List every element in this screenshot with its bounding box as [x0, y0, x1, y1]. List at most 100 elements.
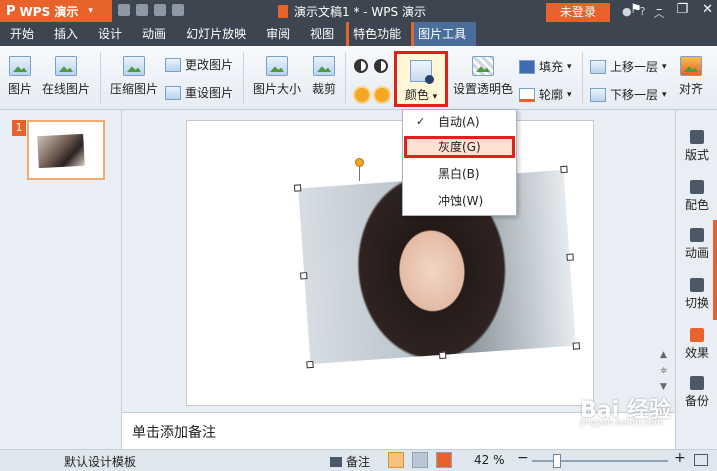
restore-button[interactable]: ❐ — [676, 2, 688, 17]
reset-picture-label: 重设图片 — [185, 86, 234, 100]
align-icon — [680, 56, 702, 76]
outline-icon — [519, 87, 535, 102]
picture-size-icon — [266, 56, 288, 76]
rotation-handle[interactable] — [355, 158, 364, 167]
scroll-up-icon[interactable]: ▲ — [660, 350, 667, 360]
save-icon[interactable] — [118, 4, 130, 16]
effects-panel-button[interactable]: 效果 — [676, 328, 717, 361]
resize-handle[interactable] — [293, 184, 302, 192]
tab-slideshow[interactable]: 幻灯片放映 — [176, 22, 256, 46]
online-picture-label: 在线图片 — [41, 82, 90, 96]
undo-icon[interactable] — [154, 4, 166, 16]
bring-forward-button[interactable]: 上移一层 ▾ — [590, 58, 667, 75]
wps-logo: P — [6, 3, 16, 19]
contrast-increase-icon[interactable] — [354, 59, 368, 73]
resize-handle[interactable] — [306, 360, 314, 369]
picture-size-button[interactable]: 图片大小 — [250, 56, 304, 97]
animation-icon — [690, 228, 704, 242]
menu-item-grayscale[interactable]: 灰度(G) — [404, 136, 515, 158]
scroll-up-page-icon[interactable]: ≑ — [660, 366, 668, 376]
sorter-view-icon[interactable] — [412, 452, 428, 468]
collapse-ribbon-icon[interactable]: ︿ — [653, 5, 664, 21]
backup-label: 备份 — [684, 394, 709, 408]
tab-picture-tools[interactable]: 图片工具 — [411, 22, 477, 46]
baidu-watermark-url: jingyan.baidu.com — [580, 418, 664, 428]
scroll-down-icon[interactable]: ▼ — [660, 382, 667, 392]
transition-label: 切换 — [684, 296, 709, 310]
notes-toggle-button[interactable]: 备注 — [330, 453, 370, 470]
reset-picture-button[interactable]: 重设图片 — [165, 84, 233, 101]
brightness-decrease-icon[interactable] — [375, 88, 389, 102]
slide-thumbnail-pane: 1 — [0, 110, 122, 449]
view-switcher — [388, 452, 452, 468]
tab-start[interactable]: 开始 — [0, 22, 44, 46]
slide-thumbnail[interactable] — [27, 120, 105, 180]
crop-button[interactable]: 裁剪 — [309, 56, 339, 97]
color-label: 颜色 — [404, 88, 429, 102]
menu-item-black-white[interactable]: 黑白(B) — [404, 163, 515, 185]
zoom-in-button[interactable]: + — [674, 450, 686, 466]
transition-panel-button[interactable]: 切换 — [676, 278, 717, 311]
app-menu-button[interactable]: P WPS 演示 ▾ — [0, 0, 112, 22]
tab-insert[interactable]: 插入 — [44, 22, 88, 46]
resize-handle[interactable] — [300, 272, 308, 280]
tab-animation[interactable]: 动画 — [132, 22, 176, 46]
app-name: WPS 演示 — [19, 4, 79, 19]
fit-window-icon[interactable] — [694, 454, 708, 466]
animation-panel-button[interactable]: 动画 — [676, 228, 717, 261]
backup-panel-button[interactable]: 备份 — [676, 376, 717, 409]
compress-label: 压缩图片 — [109, 82, 158, 96]
fill-button[interactable]: 填充 ▾ — [519, 58, 572, 75]
picture-size-label: 图片大小 — [252, 82, 301, 96]
check-icon: ✓ — [416, 115, 426, 128]
resize-handle[interactable] — [572, 342, 581, 350]
compress-picture-button[interactable]: 压缩图片 — [108, 56, 160, 97]
right-task-panel: 版式 配色 动画 切换 效果 备份 — [675, 110, 717, 449]
online-picture-button[interactable]: 在线图片 — [39, 56, 93, 97]
crop-icon — [313, 56, 335, 76]
skin-icon[interactable]: ● — [622, 5, 632, 21]
menu-item-washout[interactable]: 冲蚀(W) — [404, 190, 515, 212]
rotation-line — [359, 167, 360, 181]
change-picture-button[interactable]: 更改图片 — [165, 56, 233, 73]
picture-button[interactable]: 图片 — [4, 56, 36, 97]
align-button[interactable]: 对齐 — [676, 56, 706, 97]
resize-handle[interactable] — [438, 351, 447, 360]
divider — [100, 52, 101, 104]
thumbnail-photo — [37, 133, 85, 169]
print-icon[interactable] — [136, 4, 148, 16]
outline-button[interactable]: 轮廓 ▾ — [519, 86, 572, 103]
tab-design[interactable]: 设计 — [88, 22, 132, 46]
slideshow-view-icon[interactable] — [436, 452, 452, 468]
tab-special-features[interactable]: 特色功能 — [346, 22, 411, 46]
help-icon[interactable]: ? — [640, 5, 646, 21]
brightness-increase-icon[interactable] — [355, 88, 369, 102]
fill-label: 填充 — [539, 60, 564, 74]
redo-icon[interactable] — [172, 4, 184, 16]
contrast-decrease-icon[interactable] — [374, 59, 388, 73]
zoom-out-button[interactable]: − — [517, 450, 529, 466]
top-right-icons: ● ? ︿ — [622, 5, 664, 21]
layout-icon — [690, 130, 704, 144]
resize-handle[interactable] — [566, 253, 574, 261]
color-scheme-panel-button[interactable]: 配色 — [676, 180, 717, 213]
chevron-down-icon: ▾ — [662, 61, 667, 72]
tab-review[interactable]: 审阅 — [256, 22, 300, 46]
color-button[interactable]: 颜色 ▾ — [394, 51, 448, 107]
normal-view-icon[interactable] — [388, 452, 404, 468]
slide[interactable] — [186, 120, 594, 406]
layout-panel-button[interactable]: 版式 — [676, 130, 717, 163]
picture-label: 图片 — [7, 82, 32, 96]
menu-item-auto[interactable]: ✓ 自动(A) — [404, 111, 515, 133]
login-button[interactable]: 未登录 — [546, 3, 610, 22]
resize-handle[interactable] — [560, 165, 568, 174]
document-icon — [278, 5, 288, 18]
vertical-scrollbar[interactable]: ▲ ≑ ▼ — [656, 110, 672, 410]
set-transparent-label: 设置透明色 — [452, 82, 513, 96]
close-button[interactable]: ✕ — [702, 2, 713, 17]
tab-view[interactable]: 视图 — [300, 22, 344, 46]
zoom-slider-thumb[interactable] — [552, 454, 561, 468]
send-backward-button[interactable]: 下移一层 ▾ — [590, 86, 667, 103]
set-transparent-button[interactable]: 设置透明色 — [451, 56, 515, 97]
zoom-level: 42 % — [474, 453, 505, 467]
